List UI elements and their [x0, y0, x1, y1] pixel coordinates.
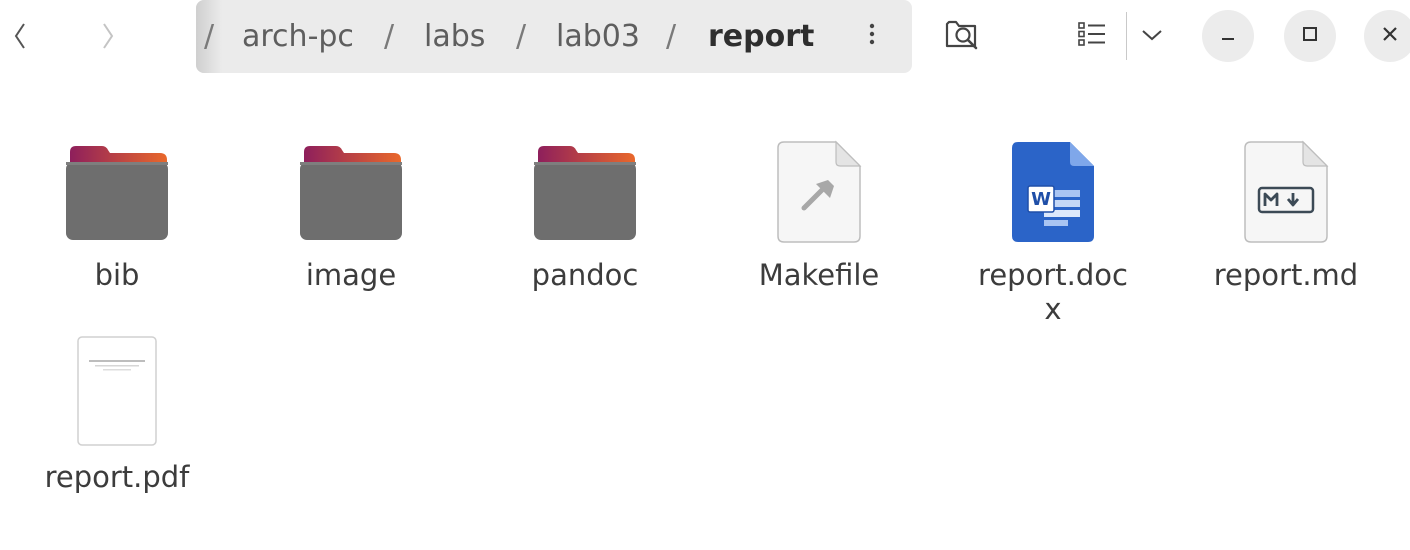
vertical-ellipsis-icon — [868, 22, 876, 50]
maximize-icon — [1300, 24, 1320, 48]
folder-icon — [271, 144, 431, 240]
back-button[interactable] — [0, 14, 40, 58]
breadcrumb-arch-pc[interactable]: arch-pc — [242, 19, 354, 54]
file-label: Makefile — [758, 258, 880, 292]
path-bar: / arch-pc / labs / lab03 / report — [196, 0, 912, 73]
pdf-thumbnail-icon — [37, 336, 197, 446]
close-button[interactable] — [1364, 10, 1410, 62]
markdown-icon — [1206, 140, 1366, 244]
search-button[interactable] — [938, 14, 988, 58]
forward-button[interactable] — [88, 14, 128, 58]
file-label: report.pdf — [44, 460, 190, 494]
file-label: image — [305, 258, 397, 292]
breadcrumb-labs[interactable]: labs — [424, 19, 485, 54]
folder-search-icon — [943, 16, 983, 56]
minimize-icon — [1218, 24, 1238, 48]
svg-text:W: W — [1031, 189, 1051, 210]
maximize-button[interactable] — [1284, 10, 1336, 62]
file-label: report.md — [1213, 258, 1359, 292]
breadcrumb-separator: / — [204, 19, 215, 54]
breadcrumb-report[interactable]: report — [708, 19, 814, 54]
breadcrumb-separator: / — [384, 19, 395, 54]
makefile-icon — [739, 140, 899, 244]
minimize-button[interactable] — [1202, 10, 1254, 62]
toolbar-divider — [1126, 12, 1127, 60]
header-bar: / arch-pc / labs / lab03 / report — [0, 0, 1410, 80]
file-label: bib — [94, 258, 140, 292]
chevron-right-icon — [98, 21, 118, 51]
word-document-icon: W — [973, 140, 1133, 244]
folder-icon — [505, 144, 665, 240]
list-view-icon — [1077, 21, 1107, 51]
breadcrumb-lab03[interactable]: lab03 — [556, 19, 640, 54]
path-menu-button[interactable] — [858, 18, 886, 54]
breadcrumb-separator: / — [666, 19, 677, 54]
file-label: pandoc — [531, 258, 639, 292]
file-label: report.docx — [978, 258, 1128, 326]
breadcrumb-separator: / — [516, 19, 527, 54]
chevron-left-icon — [10, 21, 30, 51]
folder-icon — [37, 144, 197, 240]
chevron-down-icon — [1140, 27, 1164, 46]
close-icon — [1380, 24, 1400, 48]
view-options-button[interactable] — [1132, 14, 1172, 58]
view-toggle-button[interactable] — [1070, 14, 1114, 58]
